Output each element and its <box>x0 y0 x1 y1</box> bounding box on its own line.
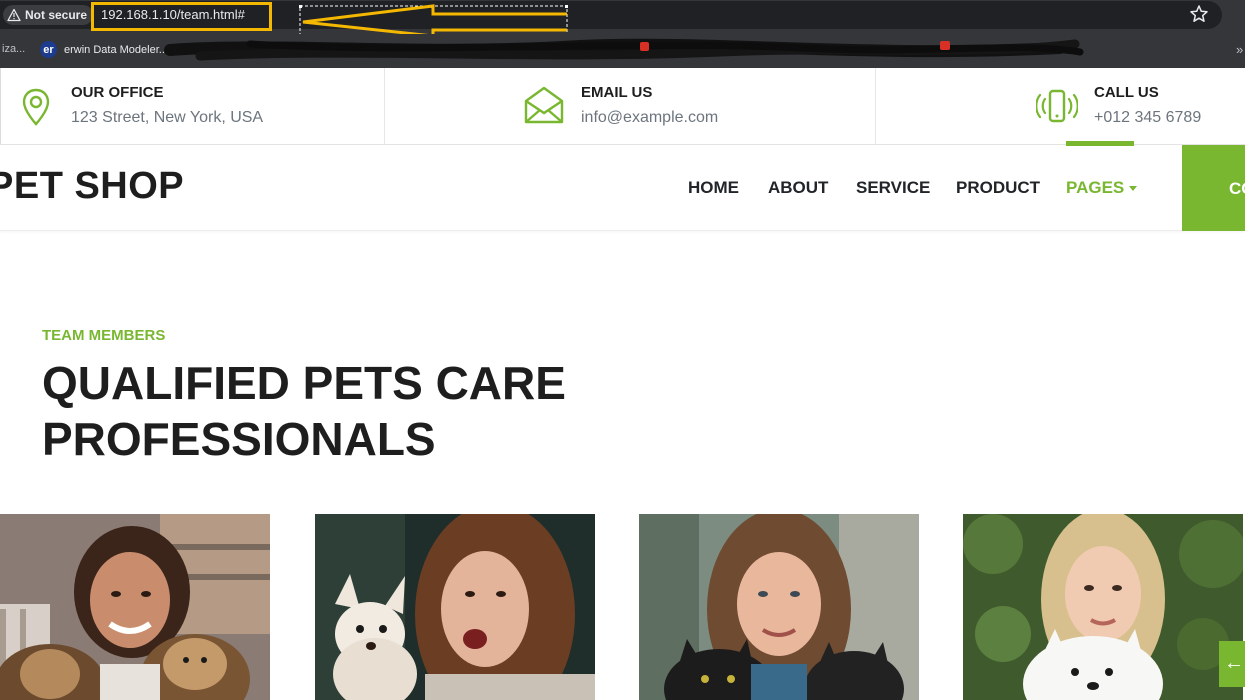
erwin-logo-icon: er <box>40 41 57 58</box>
office-title: OUR OFFICE <box>71 84 164 101</box>
bookmark-star-icon[interactable] <box>1189 4 1209 24</box>
email-info: EMAIL US info@example.com <box>385 68 875 144</box>
envelope-icon <box>524 86 564 124</box>
bookmark-partial[interactable]: iza... <box>2 43 25 55</box>
section-subtitle: TEAM MEMBERS <box>42 327 166 344</box>
team-member-photo-1[interactable] <box>0 514 270 700</box>
bookmark-erwin[interactable]: er erwin Data Modeler... <box>40 41 168 58</box>
bookmark-erwin-label: erwin Data Modeler... <box>64 43 168 56</box>
contact-button[interactable]: CONTACT <box>1182 145 1245 231</box>
office-address: 123 Street, New York, USA <box>71 109 264 126</box>
security-indicator[interactable]: Not secure <box>3 5 94 25</box>
browser-toolbar: Not secure 192.168.1.10/team.html# <box>0 0 1245 40</box>
brand-logo[interactable]: PET SHOP <box>0 165 184 208</box>
nav-product[interactable]: PRODUCT <box>956 178 1040 198</box>
phone-ringing-icon <box>1036 89 1078 123</box>
call-number[interactable]: +012 345 6789 <box>1094 109 1201 127</box>
office-info: OUR OFFICE 123 Street, New York, USA <box>1 68 384 144</box>
chevron-down-icon <box>1129 186 1138 192</box>
nav-home[interactable]: HOME <box>688 178 739 198</box>
warning-triangle-icon <box>7 8 21 22</box>
nav-active-indicator <box>1066 141 1134 146</box>
contact-info-bar: OUR OFFICE 123 Street, New York, USA EMA… <box>0 68 1245 145</box>
team-member-photo-3[interactable] <box>639 514 919 700</box>
nav-service[interactable]: SERVICE <box>856 178 930 198</box>
call-info: CALL US +012 345 6789 <box>876 68 1245 144</box>
redaction-scribble <box>164 38 1084 61</box>
email-address[interactable]: info@example.com <box>581 109 718 127</box>
email-title: EMAIL US <box>581 84 653 101</box>
section-heading: QUALIFIED PETS CARE PROFESSIONALS <box>42 357 566 465</box>
arrow-left-icon[interactable]: ← <box>1219 641 1245 687</box>
security-label: Not secure <box>25 8 88 22</box>
nav-pages-dropdown[interactable]: PAGES <box>1066 178 1138 198</box>
map-pin-icon <box>22 88 50 126</box>
url-highlight-annotation <box>91 2 272 31</box>
team-member-photo-2[interactable] <box>315 514 595 700</box>
main-navbar: PET SHOP HOME ABOUT SERVICE PRODUCT PAGE… <box>0 141 1245 231</box>
nav-pages-label: PAGES <box>1066 178 1125 197</box>
team-member-photo-4[interactable] <box>963 514 1243 700</box>
nav-about[interactable]: ABOUT <box>768 178 828 198</box>
bookmarks-overflow-icon[interactable]: » <box>1236 42 1243 57</box>
call-title: CALL US <box>1094 84 1159 101</box>
